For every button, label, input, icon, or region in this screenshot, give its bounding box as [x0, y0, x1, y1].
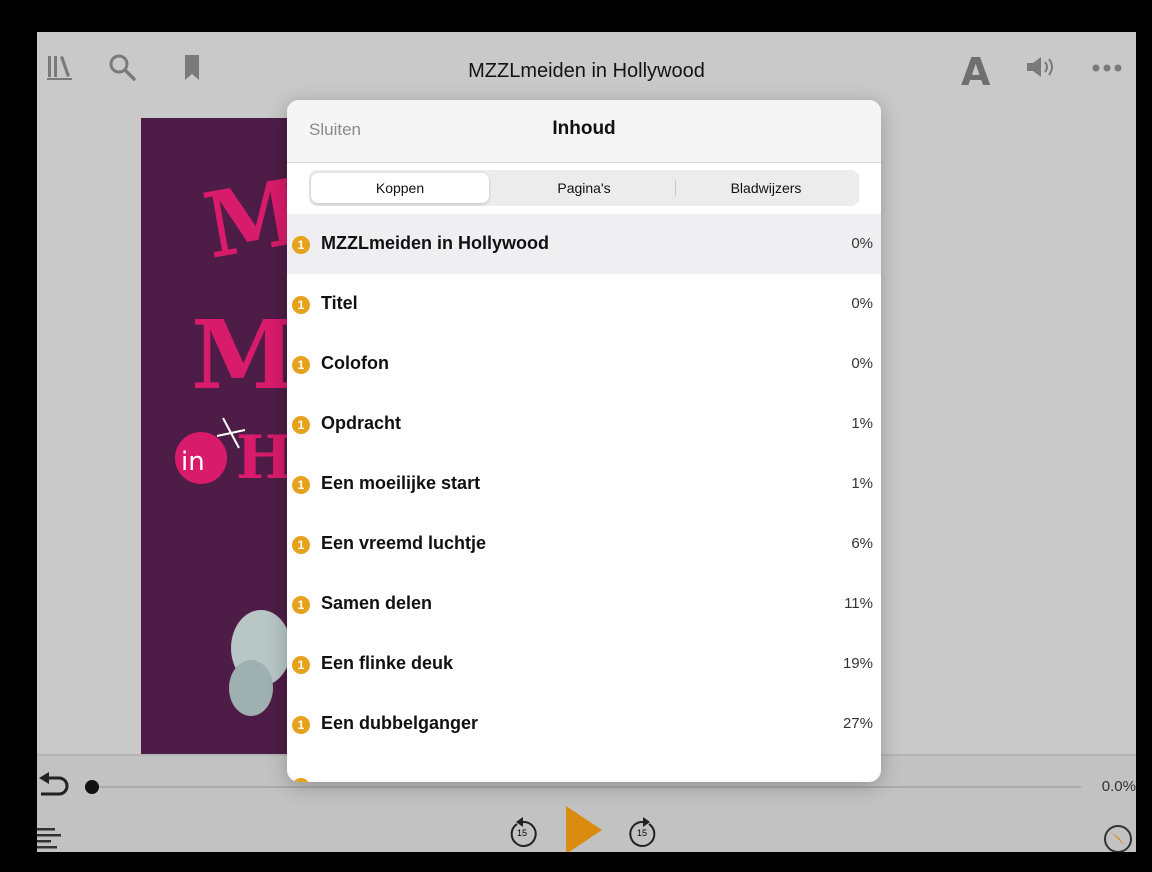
- chapter-badge-icon: [292, 778, 310, 782]
- toc-percent: 0%: [851, 355, 873, 372]
- book-cover: M M in H: [141, 118, 289, 758]
- skip-back-15-icon[interactable]: 15: [507, 814, 539, 848]
- speaker-icon[interactable]: [1023, 52, 1059, 82]
- toc-label: Een flinke deuk: [321, 653, 454, 673]
- more-icon[interactable]: [1089, 52, 1125, 82]
- progress-percent: 0.0%: [1101, 778, 1136, 795]
- chapter-badge-icon: 1: [292, 236, 310, 254]
- progress-slider-knob[interactable]: [85, 780, 99, 794]
- toc-label: Colofon: [321, 353, 389, 373]
- svg-text:H: H: [236, 423, 289, 493]
- chapter-badge-icon: 1: [292, 416, 310, 434]
- toc-label: Titel: [321, 293, 358, 313]
- svg-text:in: in: [181, 447, 205, 477]
- toc-percent: 1%: [851, 475, 873, 492]
- skip-forward-15-icon[interactable]: 15: [627, 814, 659, 848]
- modal-header: Sluiten Inhoud: [287, 100, 881, 163]
- skip-back-seconds: 15: [517, 828, 528, 838]
- toc-label: Opdracht: [321, 413, 402, 433]
- play-icon[interactable]: [564, 804, 604, 852]
- chapter-badge-icon: 1: [292, 716, 310, 734]
- toc-row[interactable]: 1 Samen delen 11%: [287, 574, 881, 634]
- toc-row[interactable]: 1 Een dubbelganger 27%: [287, 694, 881, 754]
- tab-paginas[interactable]: Pagina's: [495, 173, 673, 203]
- segmented-control-bar: Koppen Pagina's Bladwijzers: [287, 163, 881, 214]
- toc-percent: 6%: [851, 535, 873, 552]
- toc-row[interactable]: 1 Opdracht 1%: [287, 394, 881, 454]
- toc-percent: 0%: [851, 295, 873, 312]
- chapter-badge-icon: 1: [292, 656, 310, 674]
- chapter-badge-icon: 1: [292, 296, 310, 314]
- toc-percent: 1%: [851, 415, 873, 432]
- toc-list-icon[interactable]: [37, 826, 63, 852]
- tab-bladwijzers[interactable]: Bladwijzers: [677, 173, 855, 203]
- toc-label: Een dubbelganger: [321, 713, 479, 733]
- toc-percent: 0%: [851, 235, 873, 252]
- modal-title: Inhoud: [552, 118, 616, 139]
- toc-row[interactable]: 1 Een vreemd luchtje 6%: [287, 514, 881, 574]
- toc-label: MZZLmeiden in Hollywood: [321, 233, 549, 253]
- toc-label: Samen delen: [321, 593, 433, 613]
- contents-modal: Sluiten Inhoud Koppen Pagina's Bladwijze…: [287, 100, 881, 782]
- font-size-icon[interactable]: A: [961, 50, 990, 94]
- top-toolbar: MZZLmeiden in Hollywood A: [37, 38, 1136, 98]
- progress-slider-track[interactable]: [93, 786, 1081, 788]
- segmented-control: Koppen Pagina's Bladwijzers: [309, 170, 859, 206]
- toc-label: Een moeilijke start: [321, 473, 481, 493]
- toc-percent: 11%: [844, 595, 873, 612]
- chapter-badge-icon: 1: [292, 476, 310, 494]
- chapter-badge-icon: 1: [292, 536, 310, 554]
- toc-row[interactable]: 1 Een flinke deuk 19%: [287, 634, 881, 694]
- skip-forward-seconds: 15: [637, 828, 648, 838]
- toc-row[interactable]: 1 Colofon 0%: [287, 334, 881, 394]
- toc-label: Een vreemd luchtje: [321, 533, 487, 553]
- book-cover-art: M M in H: [141, 118, 289, 758]
- tab-koppen[interactable]: Koppen: [311, 173, 489, 203]
- svg-text:M: M: [191, 300, 289, 411]
- chapter-badge-icon: 1: [292, 596, 310, 614]
- toc-row-partial[interactable]: [287, 754, 881, 782]
- toc-percent: 27%: [842, 715, 873, 732]
- segment-divider: [675, 180, 676, 196]
- toc-row[interactable]: 1 MZZLmeiden in Hollywood 0%: [287, 214, 881, 274]
- toc-row[interactable]: 1 Titel 0%: [287, 274, 881, 334]
- toc-row[interactable]: 1 Een moeilijke start 1%: [287, 454, 881, 514]
- chapter-badge-icon: 1: [292, 356, 310, 374]
- compass-icon[interactable]: [1103, 824, 1133, 852]
- toc-percent: 19%: [842, 655, 873, 672]
- undo-icon[interactable]: [37, 770, 71, 802]
